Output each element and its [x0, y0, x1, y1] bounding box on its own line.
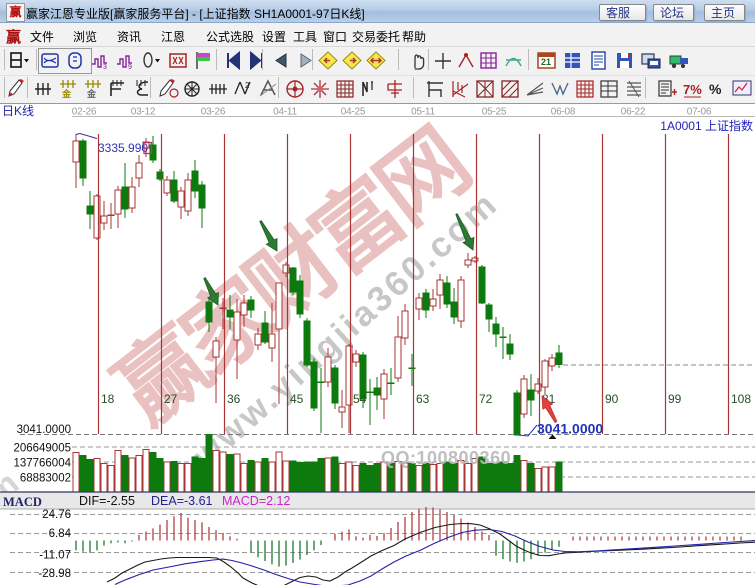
svg-text:2: 2	[245, 81, 250, 90]
svg-text:72: 72	[479, 392, 493, 406]
svg-text:金: 金	[61, 88, 72, 99]
svg-text:9: 9	[128, 64, 132, 71]
svg-text:MACD: MACD	[3, 495, 42, 509]
svg-text:1A0001 上证指数: 1A0001 上证指数	[660, 118, 753, 133]
svg-text:24.76: 24.76	[42, 509, 71, 521]
svg-text:06-22: 06-22	[621, 107, 646, 118]
svg-text:90: 90	[605, 392, 619, 406]
svg-text:3041.0000: 3041.0000	[17, 424, 71, 436]
svg-text:21: 21	[541, 57, 551, 67]
svg-text:206649005: 206649005	[13, 443, 71, 455]
svg-text:%: %	[709, 81, 722, 97]
svg-text:日K线: 日K线	[2, 104, 34, 118]
svg-text:-11.07: -11.07	[39, 550, 71, 562]
svg-text:3041.0000: 3041.0000	[537, 421, 603, 437]
svg-text:3335.990: 3335.990	[98, 141, 148, 155]
svg-text:7%: 7%	[683, 82, 702, 97]
svg-text:03-12: 03-12	[131, 107, 156, 118]
svg-text:MACD=2.12: MACD=2.12	[222, 494, 290, 508]
svg-text:05-11: 05-11	[411, 107, 435, 118]
svg-text:03-26: 03-26	[201, 107, 226, 118]
svg-text:108: 108	[731, 392, 751, 406]
svg-text:68883002: 68883002	[20, 473, 71, 485]
svg-text:-28.98: -28.98	[38, 568, 71, 580]
svg-text:06-08: 06-08	[551, 107, 576, 118]
svg-text:45: 45	[290, 392, 304, 406]
svg-text:27: 27	[164, 392, 178, 406]
svg-text:18: 18	[101, 392, 115, 406]
svg-text:DEA=-3.61: DEA=-3.61	[151, 494, 213, 508]
svg-text:36: 36	[227, 392, 241, 406]
svg-text:99: 99	[668, 392, 682, 406]
svg-text:63: 63	[416, 392, 430, 406]
svg-text:05-25: 05-25	[482, 107, 507, 118]
svg-text:07-06: 07-06	[687, 107, 712, 118]
svg-text:02-26: 02-26	[72, 107, 97, 118]
svg-text:QQ:100800360: QQ:100800360	[381, 448, 511, 468]
svg-text:04-11: 04-11	[273, 107, 297, 118]
svg-text:137766004: 137766004	[13, 458, 71, 470]
svg-text:3: 3	[103, 64, 107, 71]
svg-text:6.84: 6.84	[49, 528, 72, 540]
svg-text:04-25: 04-25	[341, 107, 366, 118]
svg-text:DIF=-2.55: DIF=-2.55	[79, 494, 135, 508]
svg-text:54: 54	[353, 392, 367, 406]
svg-text:金: 金	[86, 88, 97, 99]
